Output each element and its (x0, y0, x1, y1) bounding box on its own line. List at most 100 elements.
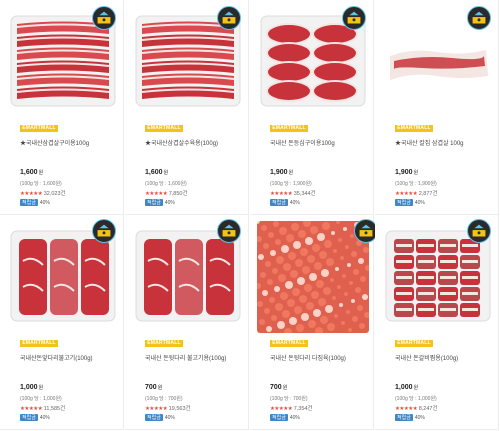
review-count: 19,563건 (168, 406, 191, 412)
star-rating-icon: ★★★★★ (145, 406, 168, 412)
review-count: 32,023건 (43, 191, 66, 197)
product-price: 700원 (145, 384, 162, 391)
product-name[interactable]: 국내산 돈갈비찜용(100g) (395, 353, 495, 362)
price-currency: 원 (38, 170, 44, 176)
unit-price: (100g 당 : 1,900원) (395, 181, 437, 187)
discount-info: 적립금 40% (270, 199, 300, 206)
product-card[interactable]: EMARTMALL ★국내산 칼집 삼겹살 100g 1,900원 (100g 당 :… (375, 0, 499, 215)
price-currency: 원 (288, 170, 294, 176)
star-rating-icon: ★★★★★ (270, 406, 293, 412)
price-currency: 원 (38, 385, 44, 391)
price-currency: 원 (163, 170, 169, 176)
discount-info: 적립금 40% (145, 199, 175, 206)
discount-value: 40% (39, 200, 50, 206)
unit-price: (100g 당 : 1,600원) (20, 181, 62, 187)
product-name[interactable]: 국내산 돈등심구이용100g (270, 138, 370, 147)
discount-tag: 적립금 (395, 414, 413, 421)
promo-sticker-icon (342, 6, 366, 30)
product-card[interactable]: EMARTMALL 국내산 돈등심구이용100g 1,900원 (100g 당 : 1… (250, 0, 374, 215)
unit-price: (100g 당 : 1,900원) (270, 181, 312, 187)
rating: ★★★★★ 35,344건 (270, 189, 316, 197)
promo-sticker-icon (92, 219, 116, 243)
promo-sticker-icon (92, 6, 116, 30)
discount-tag: 적립금 (145, 414, 163, 421)
unit-price: (100g 당 : 1,000원) (20, 396, 62, 402)
emartmall-badge: EMARTMALL (395, 125, 433, 132)
rating: ★★★★★ 2,877건 (395, 189, 438, 197)
unit-price: (100g 당 : 1,600원) (145, 181, 187, 187)
rating: ★★★★★ 8,247건 (395, 404, 438, 412)
star-rating-icon: ★★★★★ (395, 406, 418, 412)
product-name[interactable]: 국내산 돈뒷다리 다짐육(100g) (270, 353, 370, 362)
star-rating-icon: ★★★★★ (270, 191, 293, 197)
product-card[interactable]: EMARTMALL 국내산 돈뒷다리 다짐육(100g) 700원 (100g 당 :… (250, 215, 378, 430)
product-price: 1,600원 (145, 169, 168, 176)
product-name[interactable]: ★국내산삼겹살구이용100g (20, 138, 120, 147)
product-name[interactable]: ★국내산 칼집 삼겹살 100g (395, 138, 495, 147)
discount-info: 적립금 40% (145, 414, 175, 421)
discount-info: 적립금 40% (20, 199, 50, 206)
rating: ★★★★★ 32,023건 (20, 189, 66, 197)
unit-price: (100g 당 : 700원) (145, 396, 183, 402)
product-price: 1,000원 (395, 384, 418, 391)
discount-tag: 적립금 (145, 199, 163, 206)
rating: ★★★★★ 11,585건 (20, 404, 65, 412)
promo-sticker-icon (467, 6, 491, 30)
product-name[interactable]: 국내산 돈뒷다리 불고기용(100g) (145, 353, 245, 362)
discount-value: 40% (39, 415, 50, 421)
price-value: 1,600 (20, 169, 38, 176)
discount-info: 적립금 40% (270, 414, 300, 421)
price-currency: 원 (413, 170, 419, 176)
discount-tag: 적립금 (270, 199, 288, 206)
discount-value: 40% (289, 200, 300, 206)
star-rating-icon: ★★★★★ (145, 191, 168, 197)
price-value: 700 (145, 384, 157, 391)
price-value: 1,900 (395, 169, 413, 176)
price-value: 700 (270, 384, 282, 391)
rating: ★★★★★ 7,850건 (145, 189, 188, 197)
price-currency: 원 (413, 385, 419, 391)
rating: ★★★★★ 19,563건 (145, 404, 191, 412)
product-grid: EMARTMALL ★국내산삼겹살구이용100g 1,600원 (100g 당 : 1… (0, 0, 500, 431)
product-price: 1,600원 (20, 169, 43, 176)
rating: ★★★★★ 7,354건 (270, 404, 313, 412)
emartmall-badge: EMARTMALL (270, 125, 308, 132)
emartmall-badge: EMARTMALL (270, 340, 308, 347)
unit-price: (100g 당 : 1,000원) (395, 396, 437, 402)
product-card[interactable]: EMARTMALL 국내산 돈뒷다리 불고기용(100g) 700원 (100g 당 … (125, 215, 249, 430)
product-price: 700원 (270, 384, 287, 391)
discount-value: 40% (164, 415, 175, 421)
ground-pork-icon[interactable] (257, 221, 369, 333)
emartmall-badge: EMARTMALL (145, 340, 183, 347)
discount-value: 40% (289, 415, 300, 421)
product-name[interactable]: 국내산돈앞다리불고기(100g) (20, 353, 120, 362)
product-card[interactable]: EMARTMALL ★국내산삼겹살수육용(100g) 1,600원 (100g 당 :… (125, 0, 249, 215)
review-count: 7,354건 (293, 406, 313, 412)
emartmall-badge: EMARTMALL (20, 340, 58, 347)
unit-price: (100g 당 : 700원) (270, 396, 308, 402)
discount-tag: 적립금 (20, 414, 38, 421)
product-name[interactable]: ★국내산삼겹살수육용(100g) (145, 138, 245, 147)
promo-sticker-icon (467, 219, 491, 243)
star-rating-icon: ★★★★★ (20, 406, 43, 412)
review-count: 35,344건 (293, 191, 316, 197)
product-card[interactable]: EMARTMALL 국내산 돈갈비찜용(100g) 1,000원 (100g 당 : … (375, 215, 499, 430)
product-card[interactable]: EMARTMALL 국내산돈앞다리불고기(100g) 1,000원 (100g 당 :… (0, 215, 124, 430)
review-count: 7,850건 (168, 191, 188, 197)
price-value: 1,600 (145, 169, 163, 176)
discount-info: 적립금 40% (395, 199, 425, 206)
review-count: 8,247건 (418, 406, 438, 412)
emartmall-badge: EMARTMALL (20, 125, 58, 132)
product-card[interactable]: EMARTMALL ★국내산삼겹살구이용100g 1,600원 (100g 당 : 1… (0, 0, 124, 215)
review-count: 11,585건 (43, 406, 66, 412)
promo-sticker-icon (217, 6, 241, 30)
price-value: 1,000 (395, 384, 413, 391)
price-currency: 원 (282, 385, 288, 391)
emartmall-badge: EMARTMALL (145, 125, 183, 132)
price-value: 1,900 (270, 169, 288, 176)
discount-tag: 적립금 (395, 199, 413, 206)
product-price: 1,000원 (20, 384, 43, 391)
review-count: 2,877건 (418, 191, 438, 197)
star-rating-icon: ★★★★★ (395, 191, 418, 197)
emartmall-badge: EMARTMALL (395, 340, 433, 347)
